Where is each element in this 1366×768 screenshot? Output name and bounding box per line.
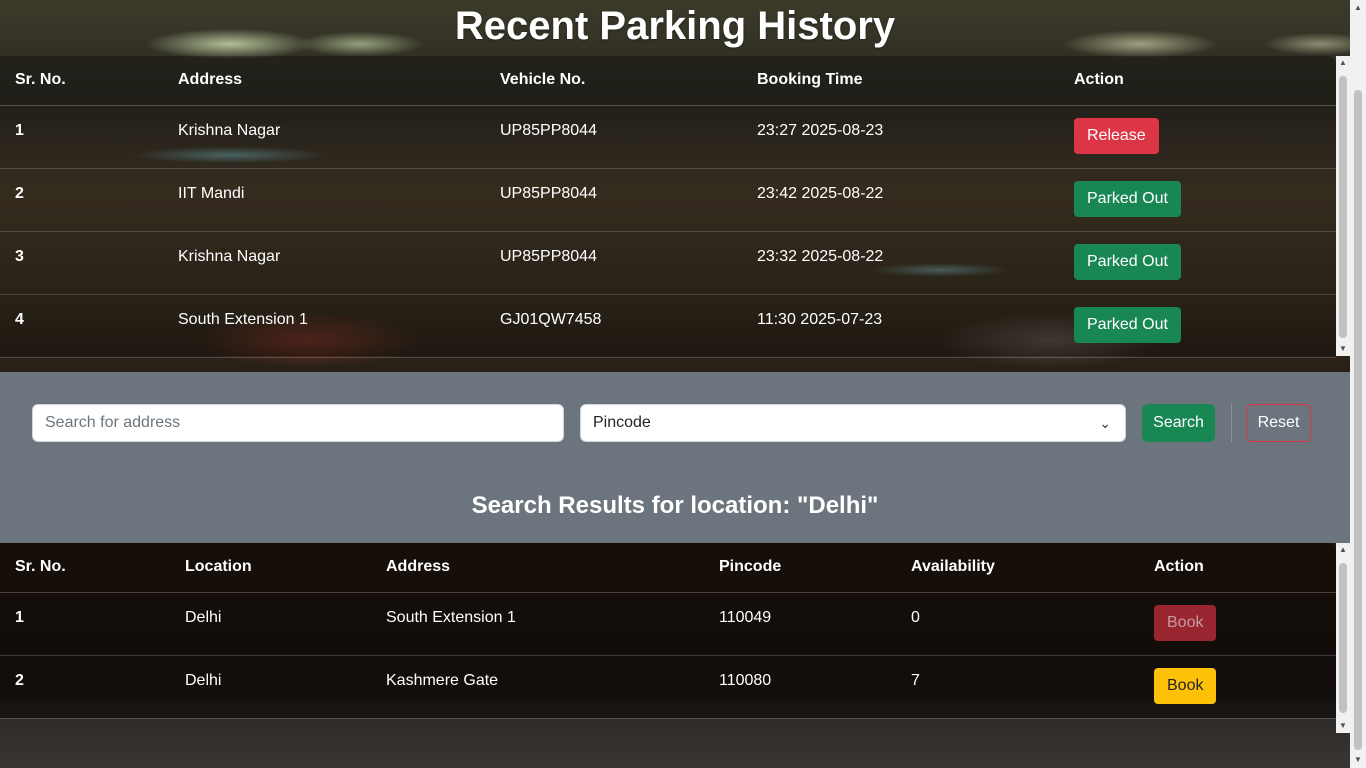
column-header-address: Address: [163, 56, 485, 106]
column-header-location: Location: [170, 543, 371, 593]
scroll-down-arrow-icon[interactable]: ▼: [1350, 752, 1366, 768]
location-cell: Delhi: [170, 655, 371, 719]
sr-no-cell: 1: [0, 105, 163, 169]
parked-out-button[interactable]: Parked Out: [1074, 243, 1181, 280]
history-table: Sr. No. Address Vehicle No. Booking Time…: [0, 56, 1336, 358]
page-title: Recent Parking History: [454, 4, 896, 48]
booking-time-cell: 23:32 2025-08-22: [742, 231, 1059, 295]
pincode-select[interactable]: Pincode ⌄: [580, 404, 1126, 442]
scroll-up-arrow-icon[interactable]: ▲: [1336, 543, 1350, 557]
sr-no-cell: 3: [0, 231, 163, 295]
address-cell: South Extension 1: [163, 294, 485, 358]
column-header-pincode: Pincode: [704, 543, 896, 593]
results-scrollbar[interactable]: ▲ ▼: [1336, 543, 1350, 733]
action-cell: Parked Out: [1059, 231, 1336, 295]
booking-time-cell: 11:30 2025-07-23: [742, 294, 1059, 358]
table-row: 1 Krishna Nagar UP85PP8044 23:27 2025-08…: [0, 105, 1336, 169]
search-button[interactable]: Search: [1142, 404, 1215, 442]
address-cell: Kashmere Gate: [371, 655, 704, 719]
release-button[interactable]: Release: [1074, 117, 1159, 154]
parked-out-button[interactable]: Parked Out: [1074, 306, 1181, 343]
book-button-disabled: Book: [1154, 604, 1217, 641]
scroll-down-arrow-icon[interactable]: ▼: [1336, 719, 1350, 733]
action-cell: Release: [1059, 105, 1336, 169]
search-input[interactable]: [32, 404, 564, 442]
availability-cell: 0: [896, 592, 1139, 656]
book-button[interactable]: Book: [1154, 667, 1217, 704]
address-cell: IIT Mandi: [163, 168, 485, 232]
results-table: Sr. No. Location Address Pincode Availab…: [0, 543, 1336, 719]
table-row: 3 Krishna Nagar UP85PP8044 23:32 2025-08…: [0, 231, 1336, 295]
action-cell: Parked Out: [1059, 294, 1336, 358]
parked-out-button[interactable]: Parked Out: [1074, 180, 1181, 217]
address-cell: Krishna Nagar: [163, 105, 485, 169]
reset-button[interactable]: Reset: [1246, 404, 1311, 442]
vehicle-cell: UP85PP8044: [485, 231, 742, 295]
table-row: 4 South Extension 1 GJ01QW7458 11:30 202…: [0, 294, 1336, 358]
history-header-row: Sr. No. Address Vehicle No. Booking Time…: [0, 56, 1336, 106]
chevron-down-icon: ⌄: [1099, 415, 1111, 431]
results-scrollbar-thumb[interactable]: [1339, 563, 1347, 713]
sr-no-cell: 4: [0, 294, 163, 358]
column-header-sr-no: Sr. No.: [0, 543, 170, 593]
column-header-action: Action: [1059, 56, 1336, 106]
action-cell: Parked Out: [1059, 168, 1336, 232]
vehicle-cell: GJ01QW7458: [485, 294, 742, 358]
column-header-action: Action: [1139, 543, 1336, 593]
address-cell: Krishna Nagar: [163, 231, 485, 295]
search-section: Pincode ⌄ Search Reset Search Results fo…: [0, 372, 1350, 543]
scroll-up-arrow-icon[interactable]: ▲: [1350, 0, 1366, 16]
vertical-divider: [1231, 404, 1232, 442]
column-header-address: Address: [371, 543, 704, 593]
table-row: 2 Delhi Kashmere Gate 110080 7 Book: [0, 655, 1336, 719]
address-cell: South Extension 1: [371, 592, 704, 656]
column-header-booking-time: Booking Time: [742, 56, 1059, 106]
action-cell: Book: [1139, 592, 1336, 656]
scroll-down-arrow-icon[interactable]: ▼: [1336, 342, 1350, 356]
page-scrollbar[interactable]: ▲ ▼: [1350, 0, 1366, 768]
search-results-title: Search Results for location: "Delhi": [471, 492, 879, 519]
page-scrollbar-thumb[interactable]: [1354, 90, 1362, 750]
action-cell: Book: [1139, 655, 1336, 719]
booking-time-cell: 23:42 2025-08-22: [742, 168, 1059, 232]
column-header-sr-no: Sr. No.: [0, 56, 163, 106]
scroll-up-arrow-icon[interactable]: ▲: [1336, 56, 1350, 70]
history-table-container[interactable]: Sr. No. Address Vehicle No. Booking Time…: [0, 56, 1336, 358]
results-header-row: Sr. No. Location Address Pincode Availab…: [0, 543, 1336, 593]
location-cell: Delhi: [170, 592, 371, 656]
history-scrollbar-thumb[interactable]: [1339, 76, 1347, 338]
pincode-cell: 110080: [704, 655, 896, 719]
vehicle-cell: UP85PP8044: [485, 168, 742, 232]
table-row: 1 Delhi South Extension 1 110049 0 Book: [0, 592, 1336, 656]
column-header-availability: Availability: [896, 543, 1139, 593]
history-scrollbar[interactable]: ▲ ▼: [1336, 56, 1350, 356]
table-row: 2 IIT Mandi UP85PP8044 23:42 2025-08-22 …: [0, 168, 1336, 232]
sr-no-cell: 2: [0, 168, 163, 232]
pincode-select-value: Pincode: [593, 414, 651, 431]
sr-no-cell: 1: [0, 592, 170, 656]
sr-no-cell: 2: [0, 655, 170, 719]
column-header-vehicle-no: Vehicle No.: [485, 56, 742, 106]
vehicle-cell: UP85PP8044: [485, 105, 742, 169]
results-table-container[interactable]: Sr. No. Location Address Pincode Availab…: [0, 543, 1336, 719]
pincode-cell: 110049: [704, 592, 896, 656]
availability-cell: 7: [896, 655, 1139, 719]
booking-time-cell: 23:27 2025-08-23: [742, 105, 1059, 169]
